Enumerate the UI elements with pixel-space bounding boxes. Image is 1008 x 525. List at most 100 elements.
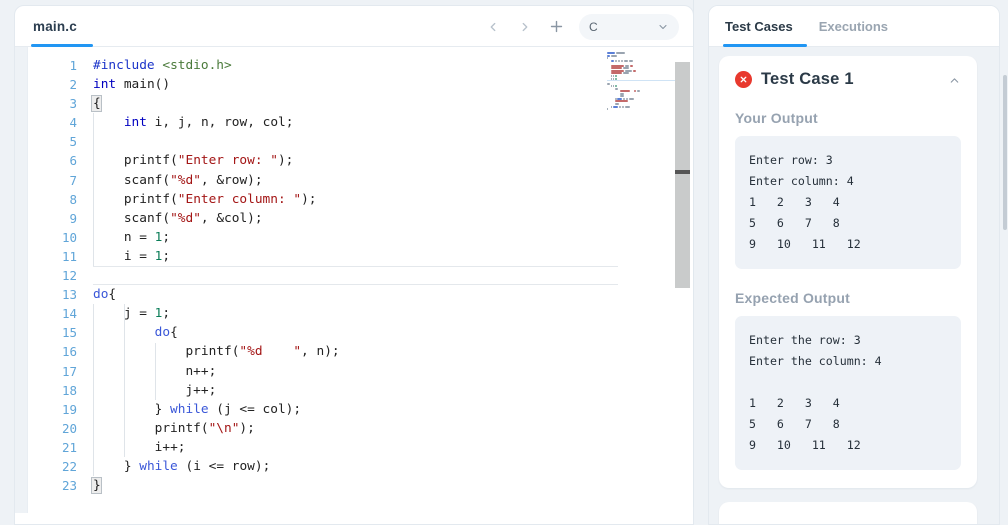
code-line[interactable]: 11 i = 1; <box>15 247 693 266</box>
test-panel-body: Test Case 1 Your Output Enter row: 3 Ent… <box>709 47 999 524</box>
minimap-line <box>615 74 618 77</box>
code-line[interactable]: 4 int i, j, n, row, col; <box>15 113 693 132</box>
code-line[interactable]: 8 printf("Enter column: "); <box>15 190 693 209</box>
tab-executions[interactable]: Executions <box>819 19 888 34</box>
indent-guide <box>93 304 94 477</box>
code-line[interactable]: 19 } while (j <= col); <box>15 400 693 419</box>
line-number: 13 <box>61 287 77 303</box>
your-output-label: Your Output <box>735 110 818 126</box>
code-line-text: do{ <box>93 287 117 303</box>
code-line-text: printf("Enter column: "); <box>123 191 317 207</box>
code-line[interactable]: 7 scanf("%d", &row); <box>15 171 693 190</box>
minimap-line <box>625 105 631 108</box>
code-line[interactable]: 21 i++; <box>15 438 693 457</box>
code-line[interactable]: 16 printf("%d ", n); <box>15 342 693 361</box>
code-line[interactable]: 13 do{ <box>15 285 693 304</box>
line-number: 18 <box>61 382 77 398</box>
tab-test-cases[interactable]: Test Cases <box>725 19 793 34</box>
code-line[interactable]: 22 } while (i <= row); <box>15 457 693 476</box>
minimap-line <box>611 85 613 88</box>
chevron-right-icon[interactable] <box>509 11 541 43</box>
minimap-line <box>630 64 634 67</box>
minimap-line <box>636 90 640 93</box>
editor-card: main.c C 1 #include <stdio.h> 2 int main… <box>14 5 694 525</box>
bracket-match-highlight <box>91 95 102 113</box>
minimap-line <box>611 67 623 70</box>
editor-scrollbar-thumb[interactable] <box>675 170 690 174</box>
chevron-up-icon[interactable] <box>948 74 961 92</box>
editor-minimap[interactable] <box>607 52 677 512</box>
code-line-text: do{ <box>154 325 178 341</box>
minimap-line <box>619 105 622 108</box>
bracket-match-highlight <box>91 477 102 495</box>
plus-icon[interactable] <box>541 11 571 43</box>
test-case-card: Test Case 1 Your Output Enter row: 3 Ent… <box>719 56 977 488</box>
test-panel-scrollbar[interactable] <box>1002 0 1008 507</box>
code-line-text: #include <stdio.h> <box>93 58 232 73</box>
minimap-slider[interactable] <box>675 62 690 288</box>
line-number: 16 <box>61 344 77 360</box>
code-line[interactable]: 1 #include <stdio.h> <box>15 56 693 75</box>
indent-guide <box>93 113 94 267</box>
line-number: 17 <box>61 363 77 379</box>
minimap-line <box>623 72 630 75</box>
code-line[interactable]: 10 n = 1; <box>15 228 693 247</box>
test-case-header[interactable]: Test Case 1 <box>735 70 961 89</box>
code-line-text: printf("\n"); <box>154 420 255 436</box>
minimap-line <box>607 82 610 85</box>
code-line[interactable]: 5 <box>15 132 693 151</box>
minimap-line <box>615 59 618 62</box>
code-line[interactable]: 20 printf("\n"); <box>15 419 693 438</box>
chevron-left-icon[interactable] <box>477 11 509 43</box>
line-number: 15 <box>61 325 77 341</box>
code-line-text: i = 1; <box>123 248 171 264</box>
code-editor[interactable]: 1 #include <stdio.h> 2 int main() 3{4 int i,… <box>15 47 693 513</box>
editor-tab-tools: C <box>477 6 679 47</box>
line-number: 11 <box>61 248 77 264</box>
indent-guide <box>123 304 125 458</box>
line-number: 6 <box>69 153 77 169</box>
minimap-line <box>613 85 615 88</box>
language-select[interactable]: C <box>579 13 679 40</box>
line-number: 22 <box>61 458 77 474</box>
minimap-current-line <box>607 80 677 82</box>
minimap-line <box>623 67 630 70</box>
line-number: 1 <box>69 58 77 73</box>
minimap-line <box>633 90 636 93</box>
line-number: 19 <box>61 401 77 417</box>
test-panel: Test Cases Executions Test Case 1 Your O… <box>694 0 1008 525</box>
code-line-text: j = 1; <box>123 306 171 322</box>
code-line[interactable]: 2 int main() <box>15 75 693 94</box>
editor-pane: main.c C 1 #include <stdio.h> 2 int main… <box>0 0 694 525</box>
code-line[interactable]: 9 scanf("%d", &col); <box>15 209 693 228</box>
line-number: 21 <box>61 439 77 455</box>
minimap-line <box>618 59 621 62</box>
code-line[interactable]: 18 j++; <box>15 381 693 400</box>
test-case-card-next[interactable] <box>719 502 977 524</box>
chevron-down-icon <box>657 21 669 36</box>
test-panel-tabs: Test Cases Executions <box>709 6 999 47</box>
code-line-text: scanf("%d", &col); <box>123 210 263 226</box>
test-panel-scrollbar-thumb[interactable] <box>1003 75 1007 230</box>
code-line[interactable]: 23} <box>15 476 693 495</box>
line-number: 10 <box>61 229 77 245</box>
minimap-line <box>613 105 619 108</box>
code-line[interactable]: 17 n++; <box>15 362 693 381</box>
minimap-line <box>611 74 613 77</box>
tab-test-cases-label: Test Cases <box>725 18 793 34</box>
minimap-line <box>619 90 630 93</box>
editor-tabbar: main.c C <box>15 6 693 47</box>
language-select-value: C <box>589 19 598 34</box>
minimap-line <box>615 87 619 90</box>
code-line[interactable]: 15 do{ <box>15 323 693 342</box>
editor-tab-main-c[interactable]: main.c <box>33 6 77 47</box>
line-number: 3 <box>69 96 77 112</box>
code-playground-app: main.c C 1 #include <stdio.h> 2 int main… <box>0 0 1008 525</box>
minimap-line <box>621 59 624 62</box>
code-line[interactable]: 6 printf("Enter row: "); <box>15 151 693 170</box>
active-line-highlight <box>93 266 618 286</box>
code-line[interactable]: 3{ <box>15 94 693 113</box>
line-number: 7 <box>69 172 77 188</box>
code-lines[interactable]: 1 #include <stdio.h> 2 int main() 3{4 int i,… <box>15 56 693 495</box>
code-line[interactable]: 14 j = 1; <box>15 304 693 323</box>
